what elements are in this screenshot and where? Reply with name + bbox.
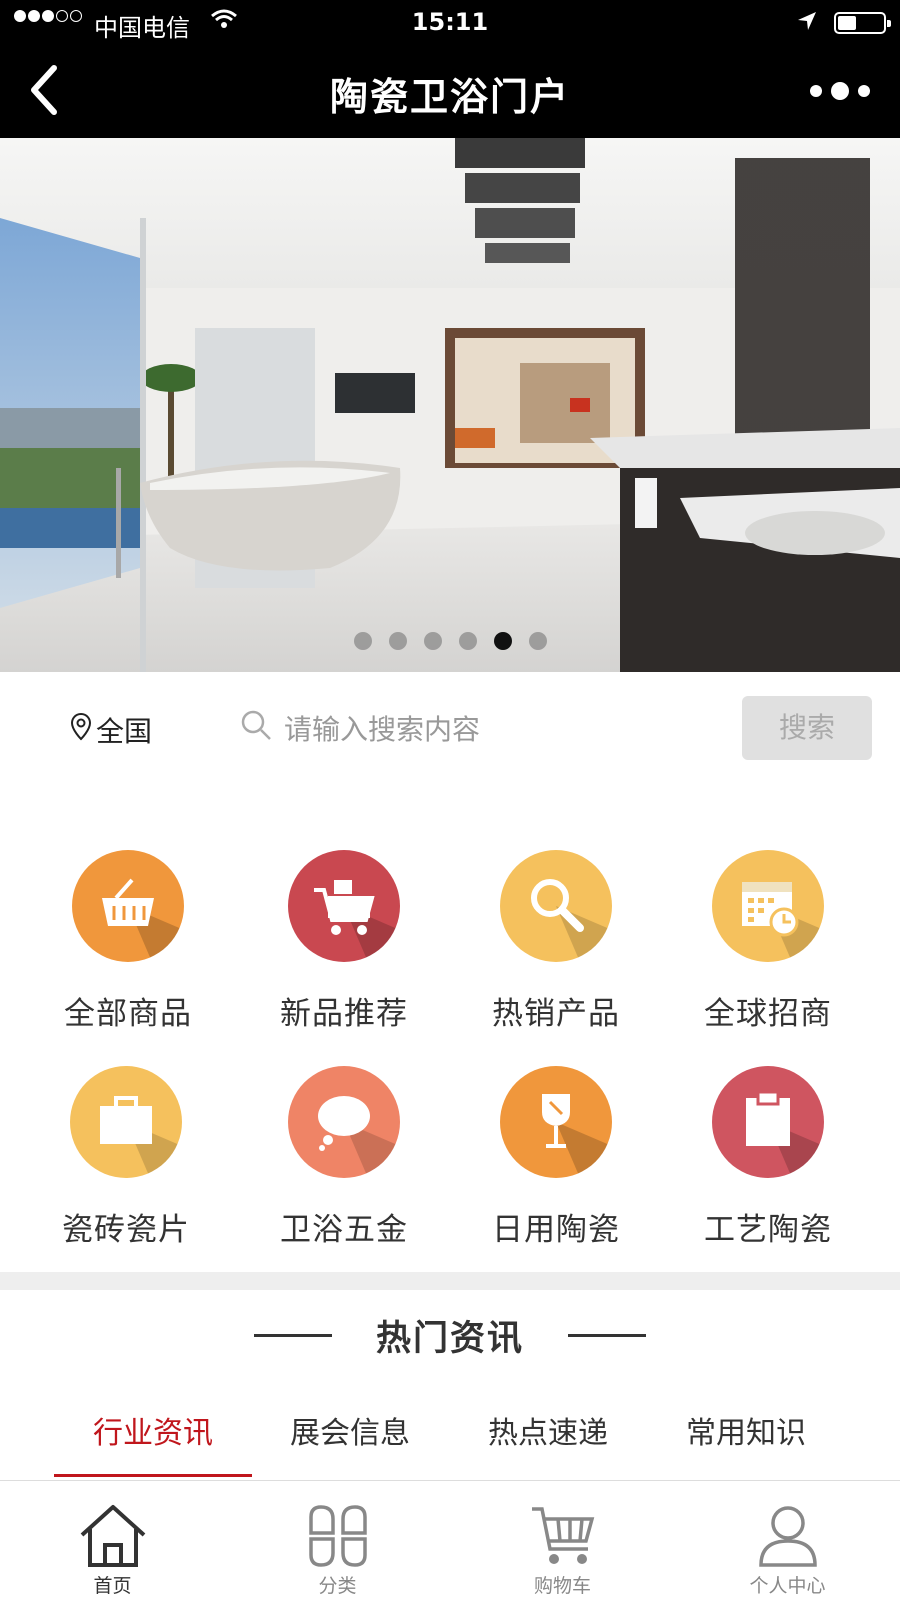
section-divider [0,1272,900,1290]
category-label: 新品推荐 [280,996,408,1032]
category-label: 工艺陶瓷 [704,1212,832,1248]
category-label: 日用陶瓷 [492,1212,620,1248]
category-new-arrivals[interactable]: 新品推荐 [244,850,444,1033]
category-all-products[interactable]: 全部商品 [28,850,228,1033]
search-input[interactable]: 请输入搜索内容 [240,708,720,748]
cart-icon [288,850,400,962]
carousel-indicators [0,632,900,650]
bottom-nav-label: 购物车 [533,1575,591,1597]
shopping-cart-icon [531,1507,594,1564]
news-tabs: 行业资讯 展会信息 热点速递 常用知识 [0,1400,900,1480]
category-label: 卫浴五金 [280,1212,408,1248]
bottom-nav-label: 分类 [318,1575,357,1597]
carousel-dot[interactable] [458,632,477,650]
tab-exhibition-info[interactable]: 展会信息 [252,1408,448,1452]
wine-glass-icon [500,1066,612,1178]
location-arrow-icon [796,10,818,38]
basket-icon [72,850,184,962]
user-icon [758,1506,817,1567]
bottom-nav-label: 首页 [93,1575,132,1597]
status-time: 15:11 [411,8,489,36]
top-bar: 中国电信 15:11 陶瓷卫浴门户 [0,0,900,138]
carousel-dot[interactable] [528,632,547,650]
category-tiles[interactable]: 瓷砖瓷片 [26,1066,226,1249]
bottom-nav-label: 个人中心 [749,1575,826,1597]
battery-icon [834,12,891,34]
category-label: 热销产品 [492,996,620,1032]
banner-carousel[interactable] [0,138,900,672]
carousel-dot[interactable] [353,632,372,650]
tab-hot-express[interactable]: 热点速递 [450,1408,646,1452]
heading-rule-right [568,1334,646,1337]
status-bar: 中国电信 15:11 [0,0,900,46]
search-placeholder: 请输入搜索内容 [284,713,481,746]
category-craft-ceramics[interactable]: 工艺陶瓷 [668,1066,868,1249]
banner-image [0,138,900,672]
tab-common-knowledge[interactable]: 常用知识 [648,1408,844,1452]
category-grid-icon [308,1505,367,1567]
tab-industry-news[interactable]: 行业资讯 [55,1408,251,1452]
hot-news-heading: 热门资讯 [0,1310,900,1360]
bottom-nav-home[interactable]: 首页 [0,1481,225,1600]
category-daily-ceramics[interactable]: 日用陶瓷 [456,1066,656,1249]
category-label: 全部商品 [64,996,192,1032]
carousel-dot-active[interactable] [493,632,512,650]
search-button[interactable]: 搜索 [742,696,872,760]
search-icon [240,709,272,748]
more-menu-button[interactable] [810,80,870,102]
category-hot-products[interactable]: 热销产品 [456,850,656,1033]
bottom-tab-bar: 首页 分类 购物车 个人中心 [0,1480,900,1600]
page-title: 陶瓷卫浴门户 [329,75,570,119]
region-selector[interactable]: 全国 [70,710,152,750]
category-global-investment[interactable]: 全球招商 [668,850,868,1033]
magnifier-icon [500,850,612,962]
location-pin-icon [70,712,92,749]
clipboard-icon [712,1066,824,1178]
bottom-nav-profile[interactable]: 个人中心 [675,1481,900,1600]
category-label: 全球招商 [704,996,832,1032]
carousel-dot[interactable] [423,632,442,650]
bottom-nav-cart[interactable]: 购物车 [450,1481,675,1600]
bottom-nav-category[interactable]: 分类 [225,1481,450,1600]
search-bar: 全国 请输入搜索内容 搜索 [0,672,900,782]
speech-bubble-icon [288,1066,400,1178]
carousel-dot[interactable] [388,632,407,650]
briefcase-icon [70,1066,182,1178]
active-tab-indicator [54,1474,252,1477]
home-icon [80,1505,145,1567]
category-label: 瓷砖瓷片 [62,1212,190,1248]
calendar-icon [712,850,824,962]
hot-news-title: 热门资讯 [375,1319,524,1359]
region-label: 全国 [96,715,153,748]
category-bath-hardware[interactable]: 卫浴五金 [244,1066,444,1249]
